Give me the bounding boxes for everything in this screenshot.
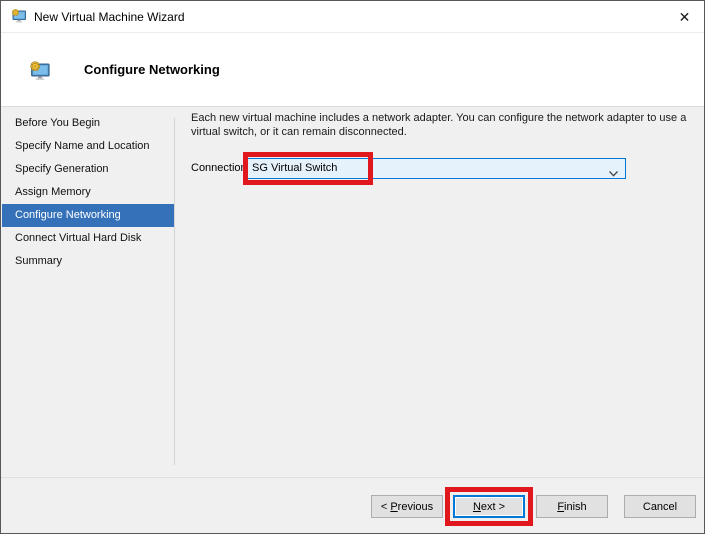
footer-divider <box>1 477 704 478</box>
sidebar-item-specify-generation: Specify Generation <box>2 158 174 181</box>
close-icon[interactable]: ✕ <box>671 4 698 30</box>
page-description: Each new virtual machine includes a netw… <box>191 111 704 139</box>
vm-wizard-icon <box>11 8 27 24</box>
connection-label: Connection: <box>191 162 250 174</box>
finish-button-label: Finish <box>557 501 586 513</box>
window-title: New Virtual Machine Wizard <box>34 10 185 24</box>
sidebar-content-divider <box>174 118 175 465</box>
previous-button-label: < Previous <box>381 501 433 513</box>
cancel-button[interactable]: Cancel <box>624 495 696 518</box>
chevron-down-icon <box>608 165 619 173</box>
next-button[interactable]: Next > <box>453 495 525 518</box>
finish-button[interactable]: Finish <box>536 495 608 518</box>
wizard-steps-sidebar: Before You Begin Specify Name and Locati… <box>2 112 174 273</box>
titlebar: New Virtual Machine Wizard ✕ <box>1 1 704 33</box>
page-title: Configure Networking <box>84 62 220 77</box>
sidebar-item-specify-name-and-location: Specify Name and Location <box>2 135 174 158</box>
sidebar-item-summary: Summary <box>2 250 174 273</box>
connection-dropdown-value: SG Virtual Switch <box>252 159 337 178</box>
vm-wizard-icon <box>29 60 51 82</box>
previous-button[interactable]: < Previous <box>371 495 443 518</box>
sidebar-item-before-you-begin: Before You Begin <box>2 112 174 135</box>
connection-dropdown[interactable]: SG Virtual Switch <box>246 158 626 179</box>
cancel-button-label: Cancel <box>643 501 677 513</box>
wizard-header: Configure Networking <box>1 33 704 107</box>
sidebar-item-connect-virtual-hard-disk: Connect Virtual Hard Disk <box>2 227 174 250</box>
new-virtual-machine-wizard-window: New Virtual Machine Wizard ✕ Configure N <box>0 0 705 534</box>
next-button-label: Next > <box>473 501 505 513</box>
sidebar-item-configure-networking-selected: Configure Networking <box>2 204 174 227</box>
sidebar-item-assign-memory: Assign Memory <box>2 181 174 204</box>
